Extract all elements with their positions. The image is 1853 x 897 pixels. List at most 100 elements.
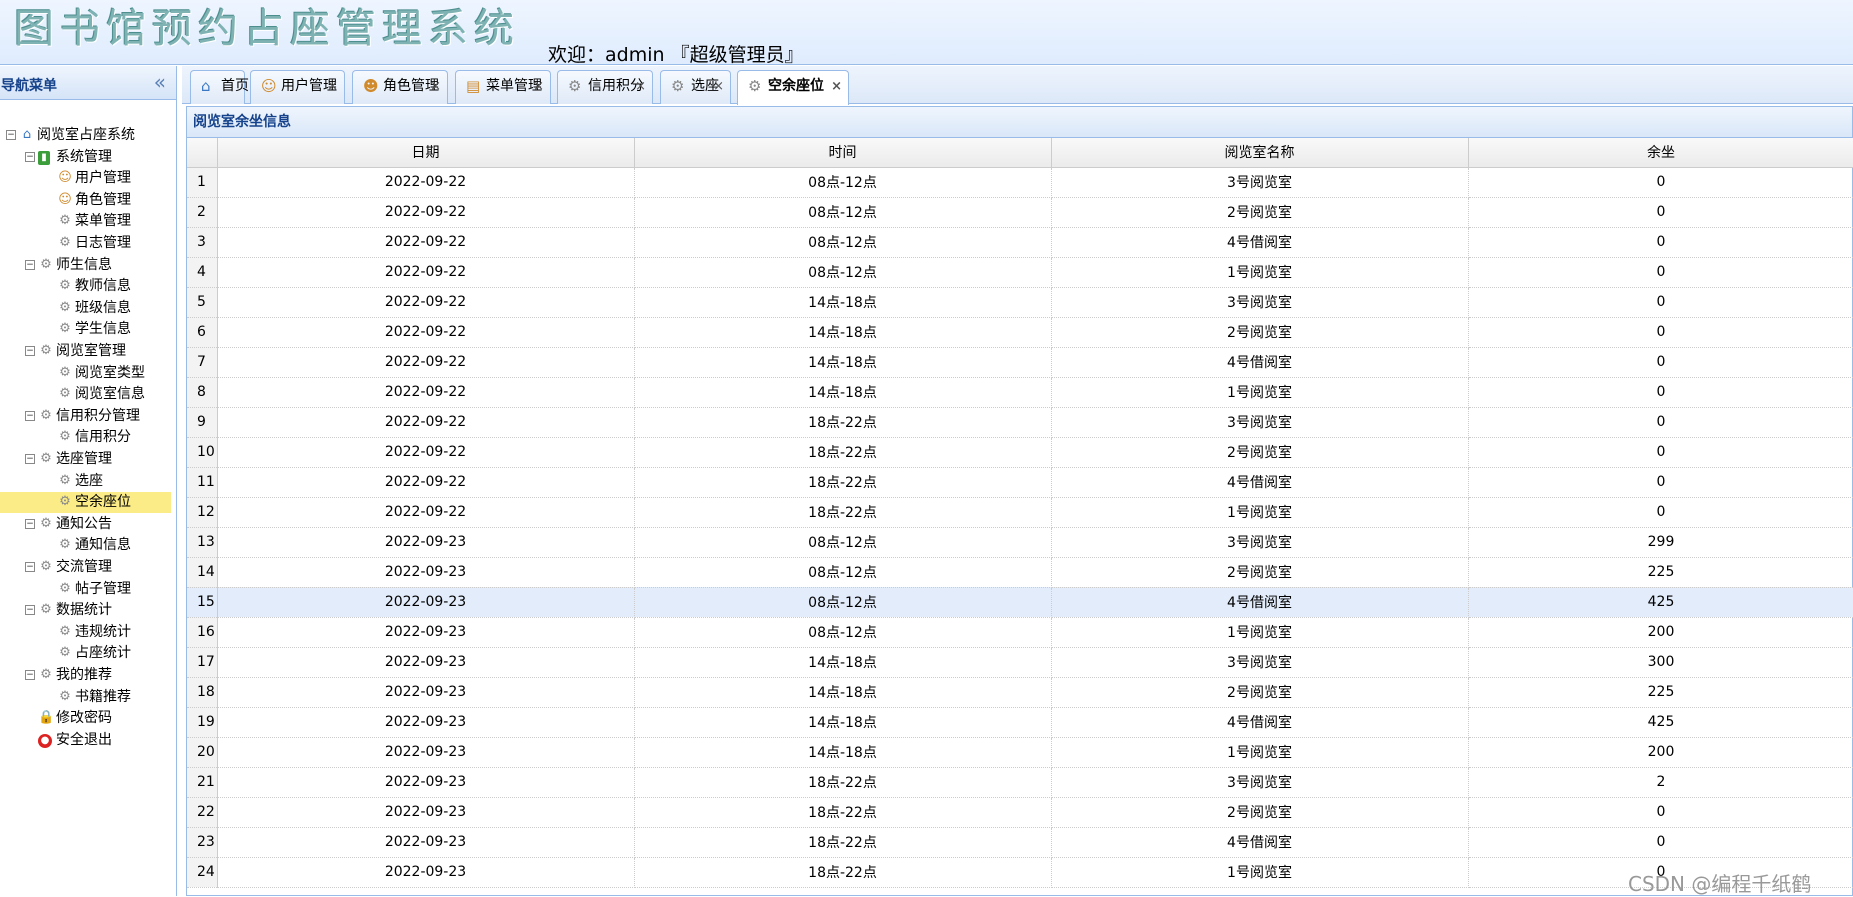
table-row[interactable]: 15 2022-09-23 08点-12点 4号借阅室 425: [187, 587, 1853, 618]
cell-room: 1号阅览室: [1051, 257, 1469, 288]
table-row[interactable]: 24 2022-09-23 18点-22点 1号阅览室 0: [187, 857, 1853, 888]
home-icon: ⌂: [201, 77, 211, 95]
tree-node-item-3-0[interactable]: ⚙ 信用积分: [0, 427, 171, 448]
tree-node-item-7-1[interactable]: ⚙ 占座统计: [0, 643, 171, 664]
tab-0[interactable]: ⌂ 首页: [190, 70, 249, 104]
tree-node-item-8-0[interactable]: ⚙ 书籍推荐: [0, 687, 171, 708]
table-row[interactable]: 18 2022-09-23 14点-18点 2号阅览室 225: [187, 677, 1853, 708]
table-row[interactable]: 13 2022-09-23 08点-12点 3号阅览室 299: [187, 527, 1853, 558]
user-icon: ☺: [58, 191, 72, 207]
table-row[interactable]: 19 2022-09-23 14点-18点 4号借阅室 425: [187, 707, 1853, 738]
tree-toggle-icon[interactable]: −: [25, 259, 35, 270]
tree-node-group-4[interactable]: − ⚙ 选座管理: [0, 449, 171, 470]
table-row[interactable]: 5 2022-09-22 14点-18点 3号阅览室 0: [187, 287, 1853, 318]
table-row[interactable]: 20 2022-09-23 14点-18点 1号阅览室 200: [187, 737, 1853, 768]
table-row[interactable]: 16 2022-09-23 08点-12点 1号阅览室 200: [187, 617, 1853, 648]
table-row[interactable]: 8 2022-09-22 14点-18点 1号阅览室 0: [187, 377, 1853, 408]
tab-2[interactable]: ☻ 角色管理 ×: [352, 70, 448, 104]
tree-node-item-4-1[interactable]: ⚙ 空余座位: [0, 492, 171, 514]
table-row[interactable]: 4 2022-09-22 08点-12点 1号阅览室 0: [187, 257, 1853, 288]
tree-node-item-0-1[interactable]: ☺ 角色管理: [0, 190, 171, 211]
col-header-date[interactable]: 日期: [217, 138, 635, 168]
cell-date: 2022-09-23: [217, 707, 635, 738]
close-icon[interactable]: ×: [533, 71, 544, 102]
cell-date: 2022-09-23: [217, 737, 635, 768]
tree-node-group-1[interactable]: − ⚙ 师生信息: [0, 255, 171, 276]
tab-5[interactable]: ⚙ 选座 ×: [660, 70, 731, 104]
tree-node-item-0-2[interactable]: ⚙ 菜单管理: [0, 211, 171, 232]
close-icon[interactable]: ×: [327, 71, 338, 102]
row-number: 23: [187, 827, 218, 858]
table-row[interactable]: 9 2022-09-22 18点-22点 3号阅览室 0: [187, 407, 1853, 438]
tree-toggle-icon[interactable]: −: [25, 562, 35, 572]
cell-room: 2号阅览室: [1051, 557, 1469, 588]
cell-date: 2022-09-22: [217, 497, 635, 528]
gear-icon: ⚙: [40, 515, 52, 531]
tree-node-group-6[interactable]: − ⚙ 交流管理: [0, 557, 171, 578]
table-row[interactable]: 17 2022-09-23 14点-18点 3号阅览室 300: [187, 647, 1853, 678]
table-row[interactable]: 14 2022-09-23 08点-12点 2号阅览室 225: [187, 557, 1853, 588]
gear-icon: ⚙: [59, 364, 71, 380]
row-number: 13: [187, 527, 218, 558]
tree-node-label: 阅览室管理: [56, 343, 126, 359]
tab-6[interactable]: ⚙ 空余座位 ×: [737, 70, 849, 105]
tree-node-item-6-0[interactable]: ⚙ 帖子管理: [0, 579, 171, 600]
tree-node-label: 阅览室类型: [75, 364, 145, 381]
tree-node-item-2-0[interactable]: ⚙ 阅览室类型: [0, 363, 171, 384]
table-row[interactable]: 2 2022-09-22 08点-12点 2号阅览室 0: [187, 197, 1853, 228]
close-icon[interactable]: ×: [713, 71, 724, 102]
col-header-time[interactable]: 时间: [634, 138, 1052, 168]
cell-room: 1号阅览室: [1051, 857, 1469, 888]
table-row[interactable]: 11 2022-09-22 18点-22点 4号借阅室 0: [187, 467, 1853, 498]
table-row[interactable]: 10 2022-09-22 18点-22点 2号阅览室 0: [187, 437, 1853, 468]
table-row[interactable]: 22 2022-09-23 18点-22点 2号阅览室 0: [187, 797, 1853, 828]
tree-toggle-icon[interactable]: −: [25, 518, 35, 529]
tree-toggle-icon[interactable]: −: [25, 151, 35, 162]
tree-toggle-icon[interactable]: −: [25, 346, 35, 356]
tab-1[interactable]: ☺ 用户管理 ×: [250, 70, 345, 104]
tree-node-item-1-0[interactable]: ⚙ 教师信息: [0, 276, 171, 297]
table-row[interactable]: 6 2022-09-22 14点-18点 2号阅览室 0: [187, 317, 1853, 348]
tree-node-item-0-0[interactable]: ☺ 用户管理: [0, 168, 171, 189]
tree-toggle-icon[interactable]: −: [25, 410, 35, 421]
gear-icon: ⚙: [59, 688, 71, 704]
tree-node-group-8[interactable]: − ⚙ 我的推荐: [0, 665, 171, 686]
tree-node-item-1-1[interactable]: ⚙ 班级信息: [0, 298, 171, 319]
tree-toggle-icon[interactable]: −: [25, 670, 35, 680]
cell-time: 08点-12点: [634, 587, 1052, 618]
tree-node-item-0-3[interactable]: ⚙ 日志管理: [0, 233, 171, 254]
tree-toggle-icon[interactable]: −: [6, 130, 16, 140]
cell-time: 18点-22点: [634, 797, 1052, 828]
table-row[interactable]: 21 2022-09-23 18点-22点 3号阅览室 2: [187, 767, 1853, 798]
collapse-icon[interactable]: «: [154, 70, 166, 94]
tree-node-item-5-0[interactable]: ⚙ 通知信息: [0, 535, 171, 556]
table-row[interactable]: 23 2022-09-23 18点-22点 4号借阅室 0: [187, 827, 1853, 858]
tree-node-group-7[interactable]: − ⚙ 数据统计: [0, 600, 171, 621]
tree-node-item-4-0[interactable]: ⚙ 选座: [0, 471, 171, 492]
close-icon[interactable]: ×: [635, 71, 646, 102]
close-icon[interactable]: ×: [831, 71, 842, 102]
tree-node-group-2[interactable]: − ⚙ 阅览室管理: [0, 341, 171, 362]
tree-toggle-icon[interactable]: −: [25, 454, 35, 464]
tree-node-label: 阅览室信息: [75, 386, 145, 403]
tree-node-group-3[interactable]: − ⚙ 信用积分管理: [0, 406, 171, 427]
tree-node-group-0[interactable]: − ▮ 系统管理: [0, 147, 171, 168]
table-row[interactable]: 1 2022-09-22 08点-12点 3号阅览室 0: [187, 167, 1853, 198]
tab-4[interactable]: ⚙ 信用积分 ×: [557, 70, 653, 104]
tree-node-root[interactable]: − ⌂ 阅览室占座系统: [0, 125, 171, 146]
tree-node-item-7-0[interactable]: ⚙ 违规统计: [0, 622, 171, 643]
tree-node-logout[interactable]: ● 安全退出: [0, 730, 171, 751]
close-icon[interactable]: ×: [430, 71, 441, 102]
table-row[interactable]: 12 2022-09-22 18点-22点 1号阅览室 0: [187, 497, 1853, 528]
tree-node-item-1-2[interactable]: ⚙ 学生信息: [0, 319, 171, 340]
tab-3[interactable]: ▤ 菜单管理 ×: [455, 70, 551, 104]
col-header-remaining[interactable]: 余坐: [1468, 138, 1853, 168]
tree-toggle-icon[interactable]: −: [25, 605, 35, 616]
col-header-room[interactable]: 阅览室名称: [1051, 138, 1469, 168]
table-row[interactable]: 3 2022-09-22 08点-12点 4号借阅室 0: [187, 227, 1853, 258]
tree-node-group-5[interactable]: − ⚙ 通知公告: [0, 514, 171, 535]
table-row[interactable]: 7 2022-09-22 14点-18点 4号借阅室 0: [187, 347, 1853, 378]
tree-node-change-password[interactable]: 🔒 修改密码: [0, 708, 171, 729]
seat-table: 日期 时间 阅览室名称 余坐 1 2022-09-22 08点-12点 3号阅览室 0 2…: [187, 138, 1853, 888]
tree-node-item-2-1[interactable]: ⚙ 阅览室信息: [0, 384, 171, 405]
